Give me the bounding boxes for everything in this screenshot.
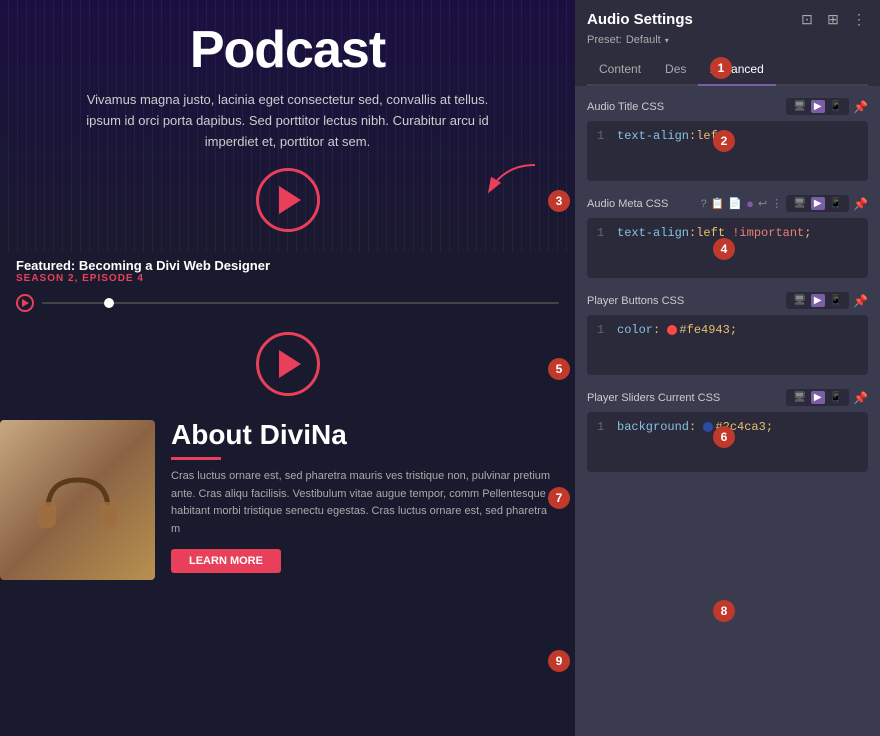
- undo-icon[interactable]: ↩: [758, 197, 767, 210]
- audio-progress-bar: [0, 288, 575, 318]
- player-sliders-css-icons: 🖥 ▶ 📱 📌: [786, 389, 868, 406]
- podcast-description: Vivamus magna justo, lacinia eget consec…: [78, 90, 498, 152]
- about-description: Cras luctus ornare est, sed pharetra mau…: [171, 468, 559, 538]
- badge-5: 5: [548, 358, 570, 380]
- mobile-icon-4[interactable]: 📱: [827, 391, 845, 404]
- pin-icon-3[interactable]: 📌: [853, 294, 868, 308]
- badge-4: 4: [713, 238, 735, 260]
- featured-section: Featured: Becoming a Divi Web Designer S…: [0, 252, 575, 288]
- mobile-icon-2[interactable]: 📱: [827, 197, 845, 210]
- about-text: About DiviNa Cras luctus ornare est, sed…: [155, 420, 575, 580]
- tablet-icon[interactable]: ▶: [811, 100, 825, 113]
- preset-label: Preset:: [587, 34, 622, 46]
- about-button[interactable]: LEARN MORE: [171, 549, 281, 573]
- play-button-main[interactable]: [256, 168, 320, 232]
- tablet-icon-2[interactable]: ▶: [811, 197, 825, 210]
- display-icon[interactable]: ⊡: [798, 10, 816, 28]
- badge-9: 9: [548, 650, 570, 672]
- mobile-icon[interactable]: 📱: [827, 100, 845, 113]
- active-indicator[interactable]: ●: [746, 196, 754, 211]
- badge-7: 7: [548, 487, 570, 509]
- player-buttons-css-editor[interactable]: 1 color: #fe4943;: [587, 315, 868, 375]
- website-preview: Podcast Vivamus magna justo, lacinia ege…: [0, 0, 575, 736]
- desktop-icon-4[interactable]: 🖥: [790, 391, 809, 404]
- pin-icon-2[interactable]: 📌: [853, 197, 868, 211]
- audio-meta-css-section: Audio Meta CSS ? 📋 📄 ● ↩ ⋮ 🖥 ▶ 📱 📌: [587, 195, 868, 278]
- podcast-title: Podcast: [40, 20, 535, 80]
- featured-label: Featured: Becoming a Divi Web Designer: [16, 258, 559, 273]
- desktop-icon-3[interactable]: 🖥: [790, 294, 809, 307]
- paste-icon[interactable]: 📄: [728, 197, 742, 210]
- device-icons-2: 🖥 ▶ 📱: [786, 195, 849, 212]
- tab-content[interactable]: Content: [587, 54, 653, 84]
- player-sliders-css-label-row: Player Sliders Current CSS 🖥 ▶ 📱 📌: [587, 389, 868, 406]
- code-line-3: 1 color: #fe4943;: [597, 323, 858, 337]
- about-section: About DiviNa Cras luctus ornare est, sed…: [0, 410, 575, 580]
- desktop-icon-2[interactable]: 🖥: [790, 197, 809, 210]
- badge-1: 1: [710, 57, 732, 79]
- play-button-secondary[interactable]: [256, 332, 320, 396]
- headphones-image: [0, 420, 155, 580]
- device-icons-4: 🖥 ▶ 📱: [786, 389, 849, 406]
- tablet-icon-3[interactable]: ▶: [811, 294, 825, 307]
- badge-8: 8: [713, 600, 735, 622]
- audio-meta-css-label-row: Audio Meta CSS ? 📋 📄 ● ↩ ⋮ 🖥 ▶ 📱 📌: [587, 195, 868, 212]
- arrow-indicator: [485, 160, 545, 205]
- more-icon[interactable]: ⋮: [850, 10, 868, 28]
- play-small-button[interactable]: [16, 294, 34, 312]
- player-sliders-css-label: Player Sliders Current CSS: [587, 392, 720, 404]
- podcast-section: Podcast Vivamus magna justo, lacinia ege…: [0, 0, 575, 252]
- settings-title: Audio Settings: [587, 11, 693, 28]
- desktop-icon[interactable]: 🖥: [790, 100, 809, 113]
- preset-row: Preset: Default ▾: [587, 34, 868, 46]
- tab-design[interactable]: Des: [653, 54, 698, 84]
- header-icons: ⊡ ⊞ ⋮: [798, 10, 868, 28]
- player-buttons-css-label: Player Buttons CSS: [587, 295, 684, 307]
- badge-6: 6: [713, 426, 735, 448]
- pin-icon-4[interactable]: 📌: [853, 391, 868, 405]
- copy-icon[interactable]: 📋: [711, 197, 725, 210]
- tablet-icon-4[interactable]: ▶: [811, 391, 825, 404]
- about-title: About DiviNa: [171, 420, 559, 451]
- player-buttons-css-section: Player Buttons CSS 🖥 ▶ 📱 📌 1 color: #fe4…: [587, 292, 868, 375]
- help-icon[interactable]: ?: [701, 198, 707, 210]
- audio-meta-css-icons: ? 📋 📄 ● ↩ ⋮ 🖥 ▶ 📱 📌: [701, 195, 868, 212]
- about-underline: [171, 457, 221, 460]
- audio-title-css-icons: 🖥 ▶ 📱 📌: [786, 98, 868, 115]
- season-label: SEASON 2, EPISODE 4: [16, 273, 559, 284]
- progress-track[interactable]: [42, 302, 559, 304]
- settings-panel: Audio Settings ⊡ ⊞ ⋮ Preset: Default ▾ C…: [575, 0, 880, 736]
- settings-body: Audio Title CSS 🖥 ▶ 📱 📌 1 text-align:lef…: [575, 86, 880, 736]
- audio-title-css-label: Audio Title CSS: [587, 101, 664, 113]
- grid-icon[interactable]: ⊞: [824, 10, 842, 28]
- device-icons-1: 🖥 ▶ 📱: [786, 98, 849, 115]
- audio-meta-css-label: Audio Meta CSS: [587, 198, 668, 210]
- progress-dot: [104, 298, 114, 308]
- pin-icon-1[interactable]: 📌: [853, 100, 868, 114]
- audio-title-css-label-row: Audio Title CSS 🖥 ▶ 📱 📌: [587, 98, 868, 115]
- player-buttons-css-icons: 🖥 ▶ 📱 📌: [786, 292, 868, 309]
- preset-value[interactable]: Default: [626, 34, 661, 46]
- options-icon[interactable]: ⋮: [771, 197, 782, 210]
- settings-header-top: Audio Settings ⊡ ⊞ ⋮: [587, 10, 868, 28]
- player-buttons-css-label-row: Player Buttons CSS 🖥 ▶ 📱 📌: [587, 292, 868, 309]
- badge-3: 3: [548, 190, 570, 212]
- device-icons-3: 🖥 ▶ 📱: [786, 292, 849, 309]
- mobile-icon-3[interactable]: 📱: [827, 294, 845, 307]
- badge-2: 2: [713, 130, 735, 152]
- preset-chevron-icon[interactable]: ▾: [665, 36, 669, 45]
